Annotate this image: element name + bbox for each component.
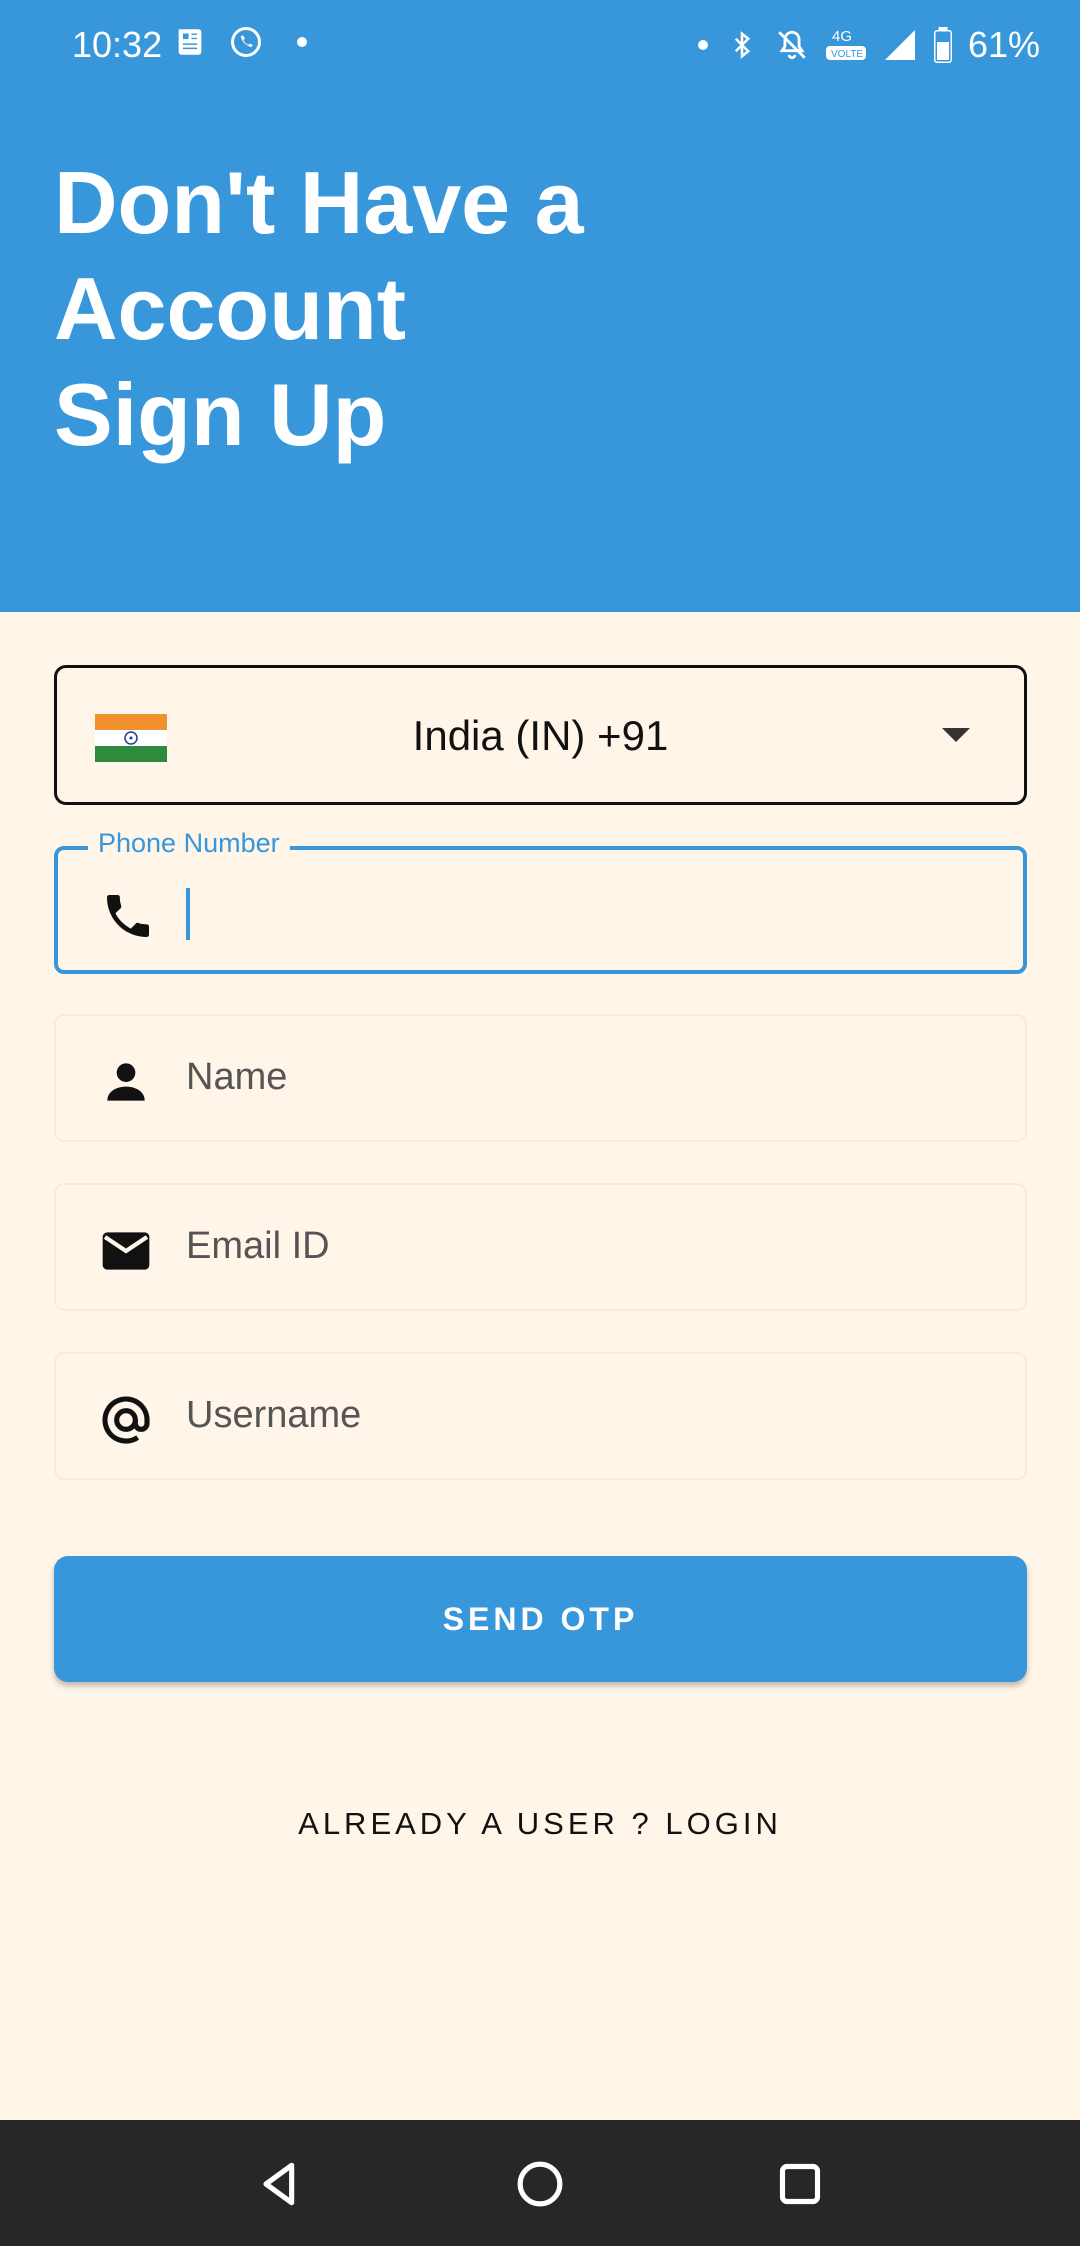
volte-4g-icon: 4G VOLTE (824, 27, 868, 63)
phone-number-label: Phone Number (88, 828, 290, 859)
status-bar: 10:32 4G VOLTE 61% (0, 0, 1080, 92)
header: 10:32 4G VOLTE 61% Don't Have a Account … (0, 0, 1080, 612)
send-otp-button[interactable]: SEND OTP (54, 1556, 1027, 1682)
text-cursor (186, 888, 190, 940)
name-placeholder: Name (186, 1056, 288, 1098)
person-icon (98, 1054, 154, 1110)
dot-icon (696, 27, 710, 63)
bell-off-icon (774, 27, 810, 63)
navigation-bar (0, 2120, 1080, 2246)
home-icon[interactable] (512, 2156, 568, 2212)
title-line-2: Account (54, 259, 406, 358)
mail-icon (98, 1223, 154, 1279)
country-label: India (IN) +91 (412, 712, 669, 759)
phone-icon (100, 888, 156, 944)
title-line-3: Sign Up (54, 365, 387, 464)
phone-number-field[interactable]: Phone Number (54, 828, 1027, 974)
username-placeholder: Username (186, 1394, 362, 1436)
page-title: Don't Have a Account Sign Up (54, 150, 954, 468)
battery-level: 61% (967, 24, 1040, 65)
chevron-down-icon (942, 728, 970, 742)
at-sign-icon (98, 1392, 154, 1448)
svg-text:4G: 4G (832, 28, 852, 45)
battery-icon (932, 27, 954, 63)
title-line-1: Don't Have a (54, 153, 584, 252)
email-placeholder: Email ID (186, 1225, 330, 1267)
dot-icon (284, 24, 320, 60)
back-icon[interactable] (252, 2156, 308, 2212)
svg-text:VOLTE: VOLTE (831, 49, 863, 60)
name-field[interactable]: Name (54, 1014, 1027, 1142)
signal-icon (882, 27, 918, 63)
bluetooth-icon (724, 27, 760, 63)
recents-icon[interactable] (772, 2156, 828, 2212)
news-icon (172, 24, 208, 60)
email-field[interactable]: Email ID (54, 1183, 1027, 1311)
signup-screen: 10:32 4G VOLTE 61% Don't Have a Account … (0, 0, 1080, 2246)
whatsapp-icon (228, 24, 264, 60)
status-time: 10:32 (72, 24, 163, 65)
country-selector[interactable]: India (IN) +91 (54, 665, 1027, 805)
username-field[interactable]: Username (54, 1352, 1027, 1480)
login-link[interactable]: ALREADY A USER ? LOGIN (0, 1806, 1080, 1842)
